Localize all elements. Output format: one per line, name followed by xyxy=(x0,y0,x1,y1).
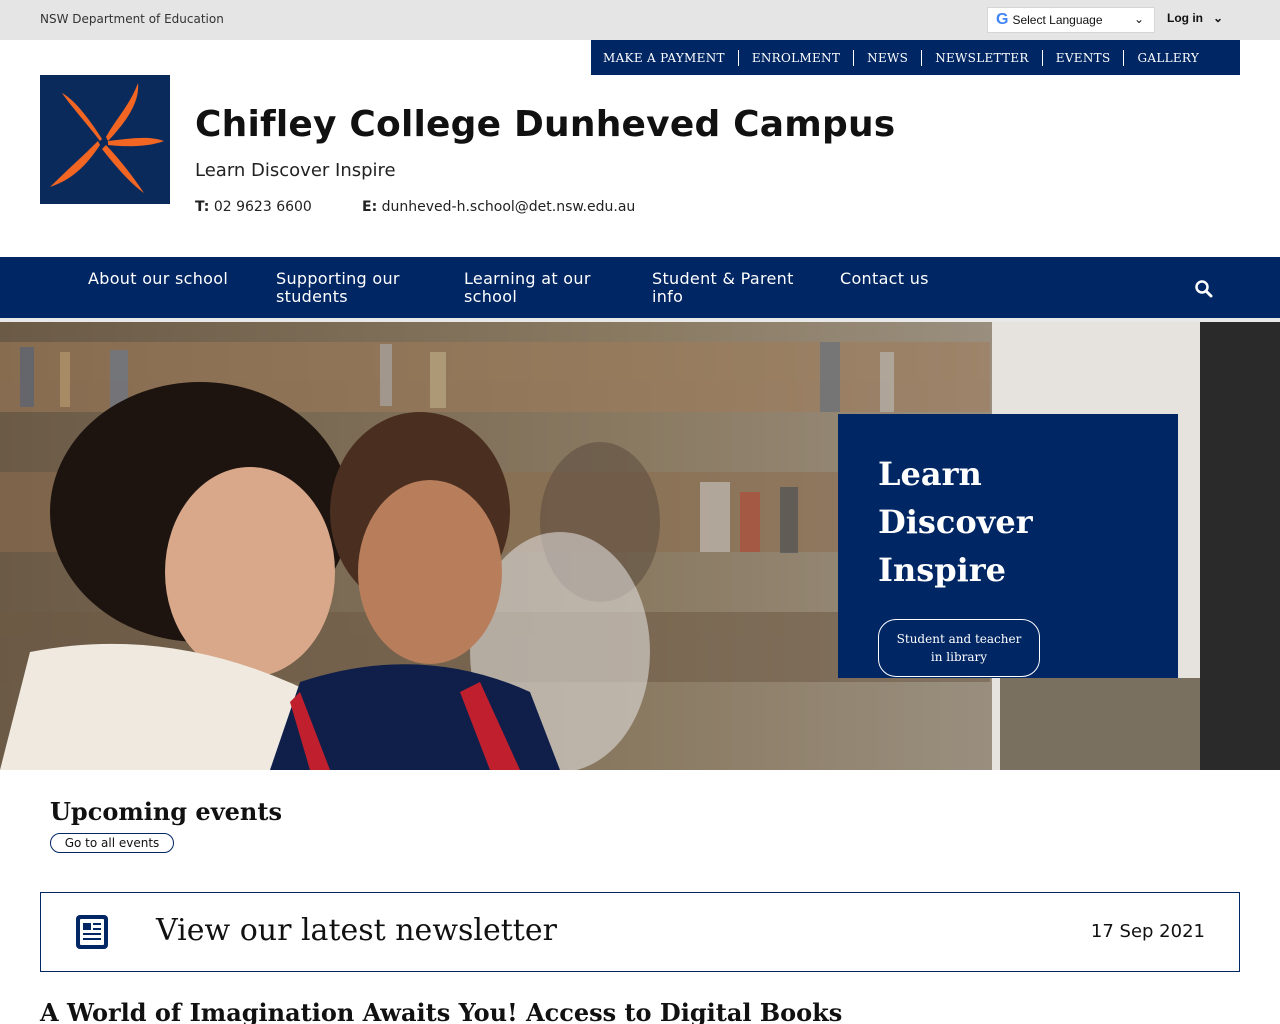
google-icon: G xyxy=(996,11,1009,28)
department-label: NSW Department of Education xyxy=(40,12,224,26)
nav-item-learning[interactable]: Learning at our school xyxy=(464,270,614,306)
login-label: Log in xyxy=(1167,11,1203,25)
all-events-button[interactable]: Go to all events xyxy=(50,833,174,853)
quick-link-gallery[interactable]: GALLERY xyxy=(1123,49,1212,66)
phone-number: 02 9623 6600 xyxy=(213,199,312,215)
chevron-down-icon: ⌄ xyxy=(1213,11,1224,25)
school-title: Chifley College Dunheved Campus xyxy=(195,104,896,145)
article-heading[interactable]: A World of Imagination Awaits You! Acces… xyxy=(40,998,842,1024)
quick-link-events[interactable]: EVENTS xyxy=(1041,49,1124,66)
school-logo[interactable] xyxy=(40,75,170,204)
events-heading: Upcoming events xyxy=(50,797,282,826)
login-button[interactable]: Log in ⌄ xyxy=(1167,11,1223,25)
quick-link-enrolment[interactable]: ENROLMENT xyxy=(737,49,853,66)
main-nav: About our school Supporting our students… xyxy=(0,257,1280,318)
quick-link-payment[interactable]: MAKE A PAYMENT xyxy=(603,50,738,66)
email-label: E: xyxy=(362,199,378,215)
school-motto: Learn Discover Inspire xyxy=(195,160,396,181)
language-select-label: Select Language xyxy=(1012,13,1103,27)
email-address: dunheved-h.school@det.nsw.edu.au xyxy=(381,199,636,215)
newsletter-banner[interactable]: View our latest newsletter 17 Sep 2021 xyxy=(40,892,1240,972)
newsletter-icon xyxy=(76,915,108,949)
top-bar: NSW Department of Education G Select Lan… xyxy=(0,0,1280,40)
nav-item-supporting[interactable]: Supporting our students xyxy=(276,270,426,306)
phone-contact[interactable]: T: 02 9623 6600 xyxy=(195,199,312,215)
phone-label: T: xyxy=(195,199,210,215)
search-icon[interactable] xyxy=(1194,279,1214,299)
quick-link-news[interactable]: NEWS xyxy=(853,49,921,66)
hero-card: Learn Discover Inspire Student and teach… xyxy=(838,414,1178,678)
language-select[interactable]: G Select Language ⌄ xyxy=(987,7,1155,33)
newsletter-label: View our latest newsletter xyxy=(156,913,557,948)
email-contact[interactable]: E: dunheved-h.school@det.nsw.edu.au xyxy=(362,199,635,215)
quick-link-newsletter[interactable]: NEWSLETTER xyxy=(921,49,1042,66)
quick-links: MAKE A PAYMENT ENROLMENT NEWS NEWSLETTER… xyxy=(591,40,1240,75)
newsletter-date: 17 Sep 2021 xyxy=(1090,921,1205,942)
hero-caption-button[interactable]: Student and teacher in library xyxy=(878,619,1040,677)
nav-item-contact[interactable]: Contact us xyxy=(840,270,990,288)
nav-item-student-parent[interactable]: Student & Parent info xyxy=(652,270,802,306)
hero-heading: Learn Discover Inspire xyxy=(878,455,1033,589)
chevron-down-icon: ⌄ xyxy=(1133,12,1144,26)
nav-item-about[interactable]: About our school xyxy=(88,270,248,288)
